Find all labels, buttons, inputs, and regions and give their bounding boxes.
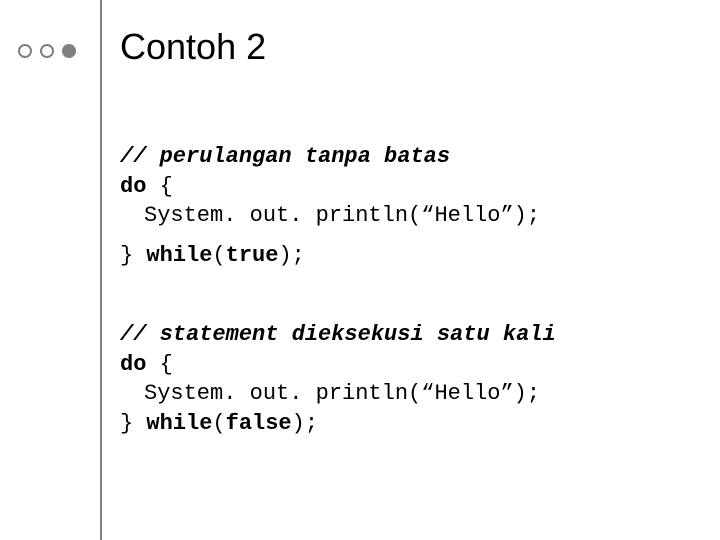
code-example-2: // statement dieksekusi satu kali do { S… xyxy=(120,320,556,439)
vertical-divider xyxy=(100,0,102,540)
bullet-icon xyxy=(18,44,32,58)
code-example-1: // perulangan tanpa batas do { System. o… xyxy=(120,142,540,271)
slide-bullets xyxy=(18,44,76,58)
code-comment: // statement dieksekusi satu kali xyxy=(120,320,556,350)
code-line: } while(true); xyxy=(120,241,540,271)
code-line: } while(false); xyxy=(120,409,556,439)
slide-title: Contoh 2 xyxy=(120,26,266,68)
code-line: do { xyxy=(120,350,556,380)
code-line: do { xyxy=(120,172,540,202)
bullet-icon xyxy=(40,44,54,58)
code-line: System. out. println(“Hello”); xyxy=(120,201,540,231)
code-comment: // perulangan tanpa batas xyxy=(120,142,540,172)
code-line: System. out. println(“Hello”); xyxy=(120,379,556,409)
bullet-icon xyxy=(62,44,76,58)
